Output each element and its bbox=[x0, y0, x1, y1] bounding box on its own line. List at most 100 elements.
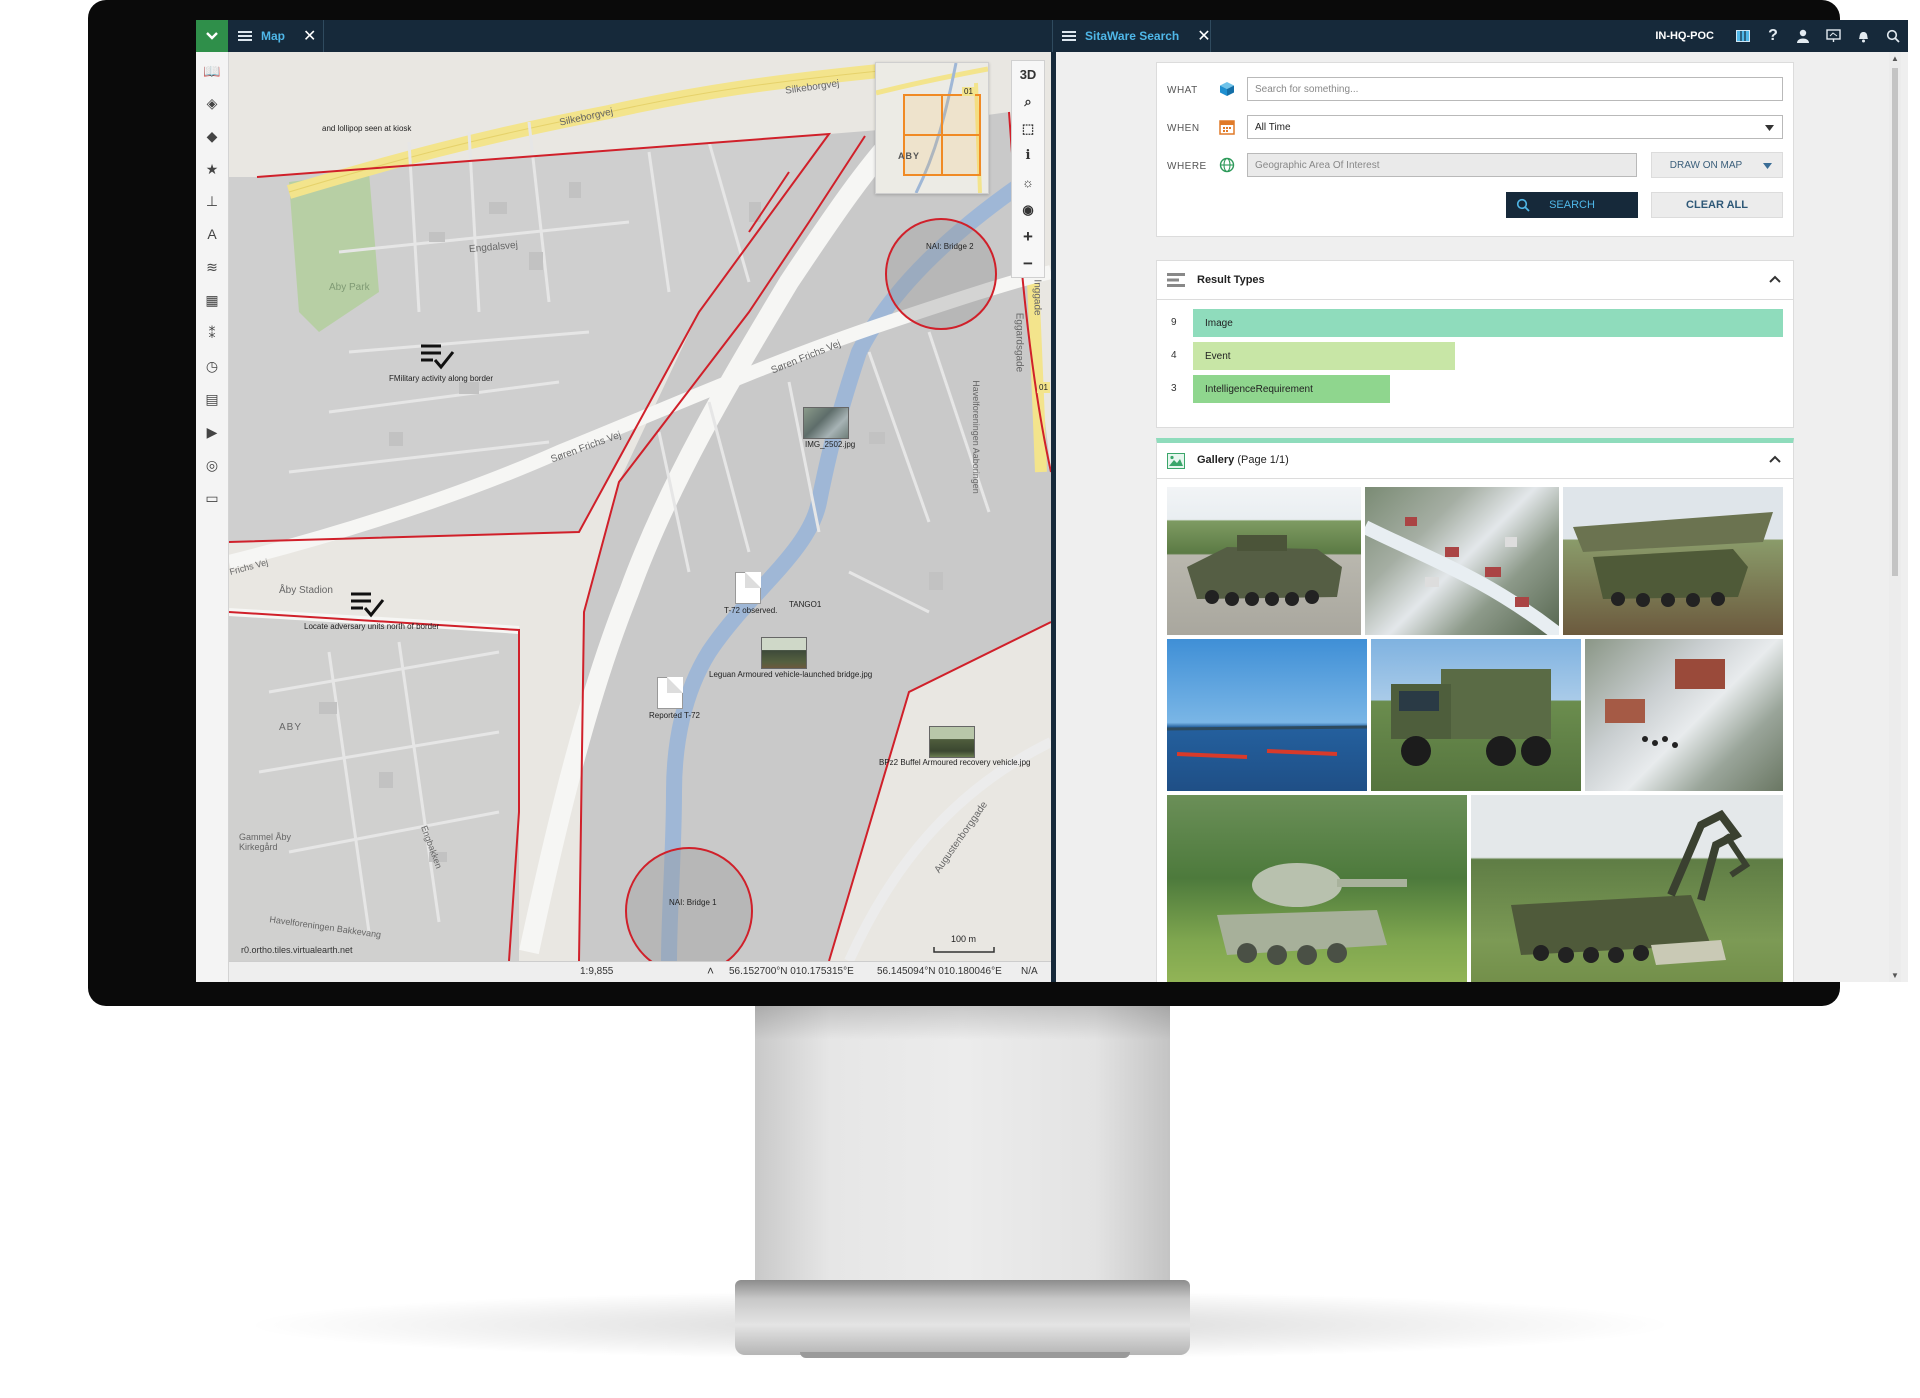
shapes-icon[interactable]: ◆ bbox=[203, 127, 221, 145]
nai-label[interactable]: NAI: Bridge 2 bbox=[926, 242, 974, 251]
scrollbar-thumb[interactable] bbox=[1892, 68, 1898, 576]
image-marker-thumbnail[interactable] bbox=[929, 726, 975, 758]
gallery-panel: Gallery (Page 1/1) bbox=[1156, 438, 1794, 982]
map-marker-label[interactable]: Leguan Armoured vehicle-launched bridge.… bbox=[709, 670, 872, 679]
scroll-up-icon[interactable]: ▲ bbox=[1891, 54, 1899, 63]
result-type-count: 9 bbox=[1171, 317, 1177, 328]
title-bar-actions: IN-HQ-POC ? bbox=[1655, 20, 1908, 52]
time-range-select[interactable]: All Time bbox=[1247, 115, 1783, 139]
tab-separator bbox=[1052, 20, 1053, 52]
zoom-area-icon[interactable]: ⌕ bbox=[1012, 88, 1044, 115]
map-marker-label[interactable]: Reported T-72 bbox=[649, 711, 700, 720]
search-button[interactable]: SEARCH bbox=[1506, 192, 1638, 218]
monitor-bezel: Map ✕ SitaWare Search ✕ IN-HQ-POC ? 📖 ◈ … bbox=[88, 0, 1908, 1006]
org-chart-icon[interactable]: ⊥ bbox=[203, 192, 221, 210]
result-types-header[interactable]: Result Types bbox=[1157, 261, 1793, 300]
close-search-tab-icon[interactable]: ✕ bbox=[1197, 26, 1210, 46]
filmstrip-icon[interactable]: ▤ bbox=[203, 390, 221, 408]
workspace-label[interactable]: IN-HQ-POC bbox=[1655, 30, 1714, 42]
video-icon[interactable]: ▶ bbox=[203, 423, 221, 441]
cube-icon bbox=[1220, 82, 1234, 96]
gallery-image[interactable] bbox=[1471, 795, 1783, 982]
text-tool-icon[interactable]: A bbox=[203, 225, 221, 243]
map-marker-label[interactable]: Locate adversary units north of border bbox=[304, 622, 439, 631]
street-label: Inggade bbox=[1031, 279, 1043, 316]
map-marker-label[interactable]: IMG_2502.jpg bbox=[805, 440, 855, 449]
gallery-image[interactable] bbox=[1365, 487, 1559, 635]
gallery-header[interactable]: Gallery (Page 1/1) bbox=[1157, 443, 1793, 479]
search-icon[interactable] bbox=[1878, 20, 1908, 52]
image-marker-thumbnail[interactable] bbox=[761, 637, 807, 669]
close-map-tab-icon[interactable]: ✕ bbox=[303, 26, 316, 46]
tab-map[interactable]: Map ✕ bbox=[238, 20, 316, 52]
overview-minimap[interactable]: ABY 01 bbox=[875, 62, 989, 194]
tab-sitaware-search[interactable]: SitaWare Search ✕ bbox=[1062, 20, 1211, 52]
panel-scrollbar[interactable]: ▲ ▼ bbox=[1889, 52, 1901, 982]
checklist-icon[interactable] bbox=[349, 590, 385, 620]
stack-icon[interactable]: ≋ bbox=[203, 258, 221, 276]
chevron-up-icon[interactable] bbox=[1769, 275, 1781, 283]
map-marker-label[interactable]: T-72 observed. bbox=[724, 606, 777, 615]
gallery-image[interactable] bbox=[1371, 639, 1581, 791]
chevron-up-icon[interactable]: ˄ bbox=[707, 964, 714, 978]
eye-icon[interactable]: ◉ bbox=[1012, 196, 1044, 223]
gallery-image[interactable] bbox=[1167, 487, 1361, 635]
book-icon[interactable]: 📖 bbox=[203, 62, 221, 80]
select-icon[interactable]: ⬚ bbox=[1012, 115, 1044, 142]
star-icon[interactable]: ★ bbox=[203, 160, 221, 178]
place-label: Gammel Åby Kirkegård bbox=[239, 832, 292, 852]
document-icon[interactable] bbox=[735, 572, 761, 604]
history-icon[interactable]: ◷ bbox=[203, 357, 221, 375]
gallery-image[interactable] bbox=[1167, 795, 1467, 982]
toggle-3d-button[interactable]: 3D bbox=[1012, 61, 1044, 88]
image-marker-thumbnail[interactable] bbox=[803, 407, 849, 439]
result-type-label: Event bbox=[1205, 350, 1231, 362]
hamburger-icon[interactable] bbox=[238, 31, 252, 41]
timer-icon[interactable]: ◎ bbox=[203, 456, 221, 474]
checklist-icon[interactable] bbox=[419, 342, 455, 372]
gallery-page-indicator: (Page 1/1) bbox=[1237, 454, 1289, 466]
monitor-stand-shade bbox=[755, 1000, 1170, 1040]
layers-icon[interactable]: ◈ bbox=[203, 94, 221, 112]
district-label: ABY bbox=[279, 722, 303, 733]
search-form: WHAT Search for something... WHEN All Ti… bbox=[1156, 62, 1794, 237]
search-input[interactable]: Search for something... bbox=[1247, 77, 1783, 101]
print-icon[interactable]: ▭ bbox=[203, 489, 221, 507]
bell-icon[interactable] bbox=[1848, 20, 1878, 52]
clear-all-button[interactable]: CLEAR ALL bbox=[1651, 192, 1783, 218]
map-canvas[interactable]: Silkeborgvej Silkeborgvej Søren Frichs V… bbox=[229, 52, 1051, 961]
chevron-up-icon[interactable] bbox=[1769, 455, 1781, 463]
zoom-in-icon[interactable]: + bbox=[1012, 223, 1044, 250]
menu-toggle-button[interactable] bbox=[196, 20, 228, 52]
map-marker-label[interactable]: and lollipop seen at kiosk bbox=[322, 124, 411, 133]
document-icon[interactable] bbox=[657, 677, 683, 709]
scroll-down-icon[interactable]: ▼ bbox=[1891, 971, 1899, 980]
gallery-image[interactable] bbox=[1167, 639, 1367, 791]
info-icon[interactable]: i bbox=[1012, 142, 1044, 169]
grid-icon[interactable]: ▦ bbox=[203, 291, 221, 309]
elevation-value: N/A bbox=[1021, 966, 1038, 977]
dropdown-arrow-icon[interactable] bbox=[1763, 163, 1772, 169]
footprints-icon[interactable]: ⁑ bbox=[203, 324, 221, 342]
map-marker-label[interactable]: BPz2 Buffel Armoured recovery vehicle.jp… bbox=[879, 758, 1030, 767]
gallery-image[interactable] bbox=[1585, 639, 1783, 791]
gallery-image[interactable] bbox=[1563, 487, 1783, 635]
calendar-icon bbox=[1219, 120, 1235, 135]
hamburger-icon[interactable] bbox=[1062, 31, 1076, 41]
geographic-area-input[interactable]: Geographic Area Of Interest bbox=[1247, 153, 1637, 177]
brightness-icon[interactable]: ☼ bbox=[1012, 169, 1044, 196]
zoom-out-icon[interactable]: − bbox=[1012, 250, 1044, 277]
help-icon[interactable]: ? bbox=[1758, 20, 1788, 52]
map-status-bar: 1:9,855 ˄ 56.152700°N 010.175315°E 56.14… bbox=[229, 961, 1051, 982]
layout-icon[interactable] bbox=[1728, 20, 1758, 52]
map-marker-label[interactable]: TANGO1 bbox=[789, 600, 821, 609]
user-icon[interactable] bbox=[1788, 20, 1818, 52]
draw-on-map-button[interactable]: DRAW ON MAP bbox=[1651, 152, 1783, 178]
nai-label[interactable]: NAI: Bridge 1 bbox=[669, 898, 717, 907]
presentation-icon[interactable] bbox=[1818, 20, 1848, 52]
globe-icon bbox=[1219, 157, 1235, 173]
place-label: Åby Stadion bbox=[279, 585, 333, 596]
title-bar: Map ✕ SitaWare Search ✕ IN-HQ-POC ? bbox=[196, 20, 1908, 52]
map-scale[interactable]: 1:9,855 bbox=[580, 966, 613, 977]
map-marker-label[interactable]: FMilitary activity along border bbox=[389, 374, 493, 383]
